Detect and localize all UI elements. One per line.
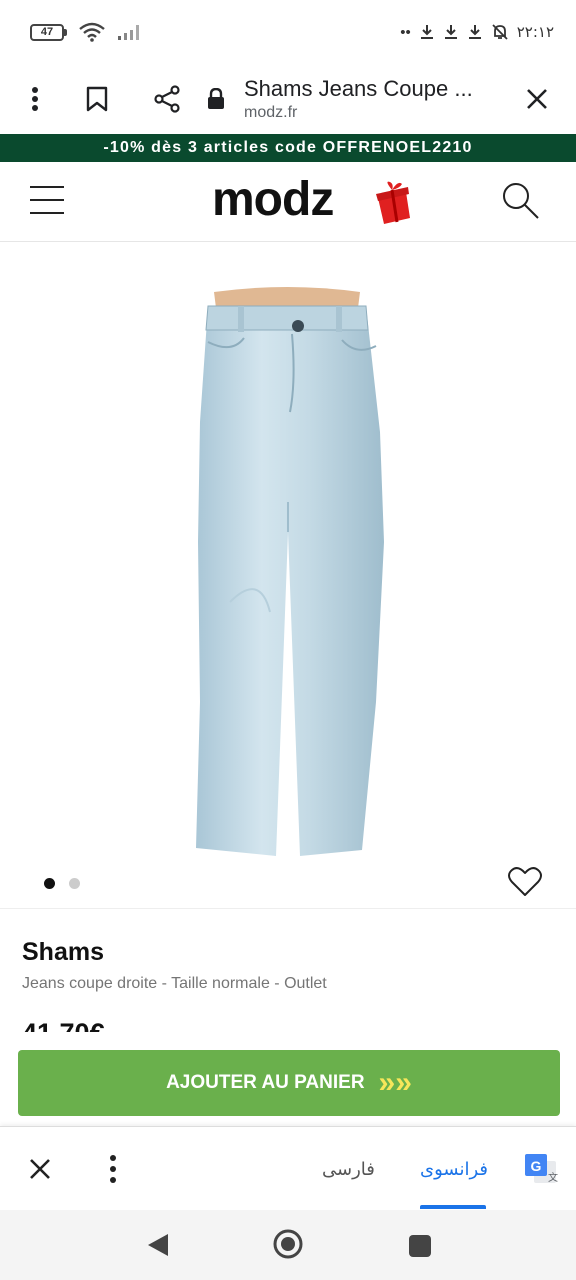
more-menu-button[interactable] (10, 74, 60, 124)
svg-text:G: G (531, 1158, 542, 1174)
product-subtitle: Jeans coupe droite - Taille normale - Ou… (22, 975, 327, 992)
download-icon (444, 25, 457, 39)
selected-tab-indicator (420, 1205, 486, 1209)
system-nav-bar (0, 1210, 576, 1280)
product-gallery[interactable] (0, 242, 576, 908)
download-icon (420, 25, 433, 39)
image-pagination[interactable] (44, 878, 80, 889)
battery-icon: 47 (30, 23, 67, 41)
lock-icon (208, 88, 224, 109)
section-divider (0, 908, 576, 909)
close-icon (527, 89, 547, 109)
bookmark-icon (86, 86, 108, 112)
product-brand[interactable]: Shams (22, 938, 104, 967)
site-header: modz (0, 162, 576, 242)
secure-lock[interactable] (198, 74, 234, 124)
close-icon[interactable] (26, 1155, 54, 1183)
double-chevron-icon: »» (378, 1066, 412, 1099)
close-tab-button[interactable] (512, 74, 562, 124)
home-icon[interactable] (272, 1228, 304, 1260)
pagination-dot-active[interactable] (44, 878, 55, 889)
battery-level: 47 (30, 23, 64, 41)
menu-button[interactable] (30, 186, 64, 216)
muted-bell-icon (492, 24, 508, 40)
recent-apps-icon[interactable] (408, 1234, 432, 1258)
wishlist-heart-icon[interactable] (508, 866, 542, 898)
search-icon[interactable] (500, 180, 540, 220)
site-logo[interactable]: modz (212, 172, 334, 227)
product-price: 41,70€ (22, 1018, 105, 1032)
more-vert-icon[interactable] (108, 1153, 118, 1185)
promo-banner[interactable]: -10% dès 3 articles code OFFRENOEL2210 (0, 134, 576, 162)
back-icon[interactable] (146, 1232, 170, 1258)
gift-icon (376, 181, 410, 224)
page-url: modz.fr (244, 104, 298, 121)
translate-language-option[interactable]: فارسی (322, 1159, 375, 1180)
wifi-icon (79, 22, 105, 42)
google-translate-icon: G 文 (525, 1154, 558, 1184)
more-vert-icon (32, 87, 38, 111)
jeans-image[interactable] (0, 242, 576, 908)
custom-tab-toolbar: Shams Jeans Coupe ... modz.fr (0, 64, 576, 134)
translate-bar: فارسی فرانسوی G 文 (0, 1126, 576, 1210)
clock: ۲۲:۱۲ (516, 23, 554, 41)
notification-dots: •• (400, 23, 411, 41)
bookmark-button[interactable] (72, 74, 122, 124)
translate-language-selected[interactable]: فرانسوی (420, 1159, 488, 1180)
status-left: 47 (30, 22, 143, 42)
add-to-cart-label: AJOUTER AU PANIER (166, 1072, 365, 1093)
status-bar: 47 •• ۲۲:۱۲ (0, 0, 576, 64)
pagination-dot[interactable] (69, 878, 80, 889)
svg-text:文: 文 (548, 1171, 558, 1184)
status-right: •• ۲۲:۱۲ (400, 23, 554, 41)
share-button[interactable] (142, 74, 192, 124)
page-title-area[interactable]: Shams Jeans Coupe ... modz.fr (234, 76, 512, 122)
download-icon (468, 25, 481, 39)
add-to-cart-button[interactable]: AJOUTER AU PANIER »» (18, 1050, 560, 1116)
page-title: Shams Jeans Coupe ... (244, 76, 473, 101)
signal-icon (118, 25, 139, 40)
share-icon (154, 85, 180, 113)
